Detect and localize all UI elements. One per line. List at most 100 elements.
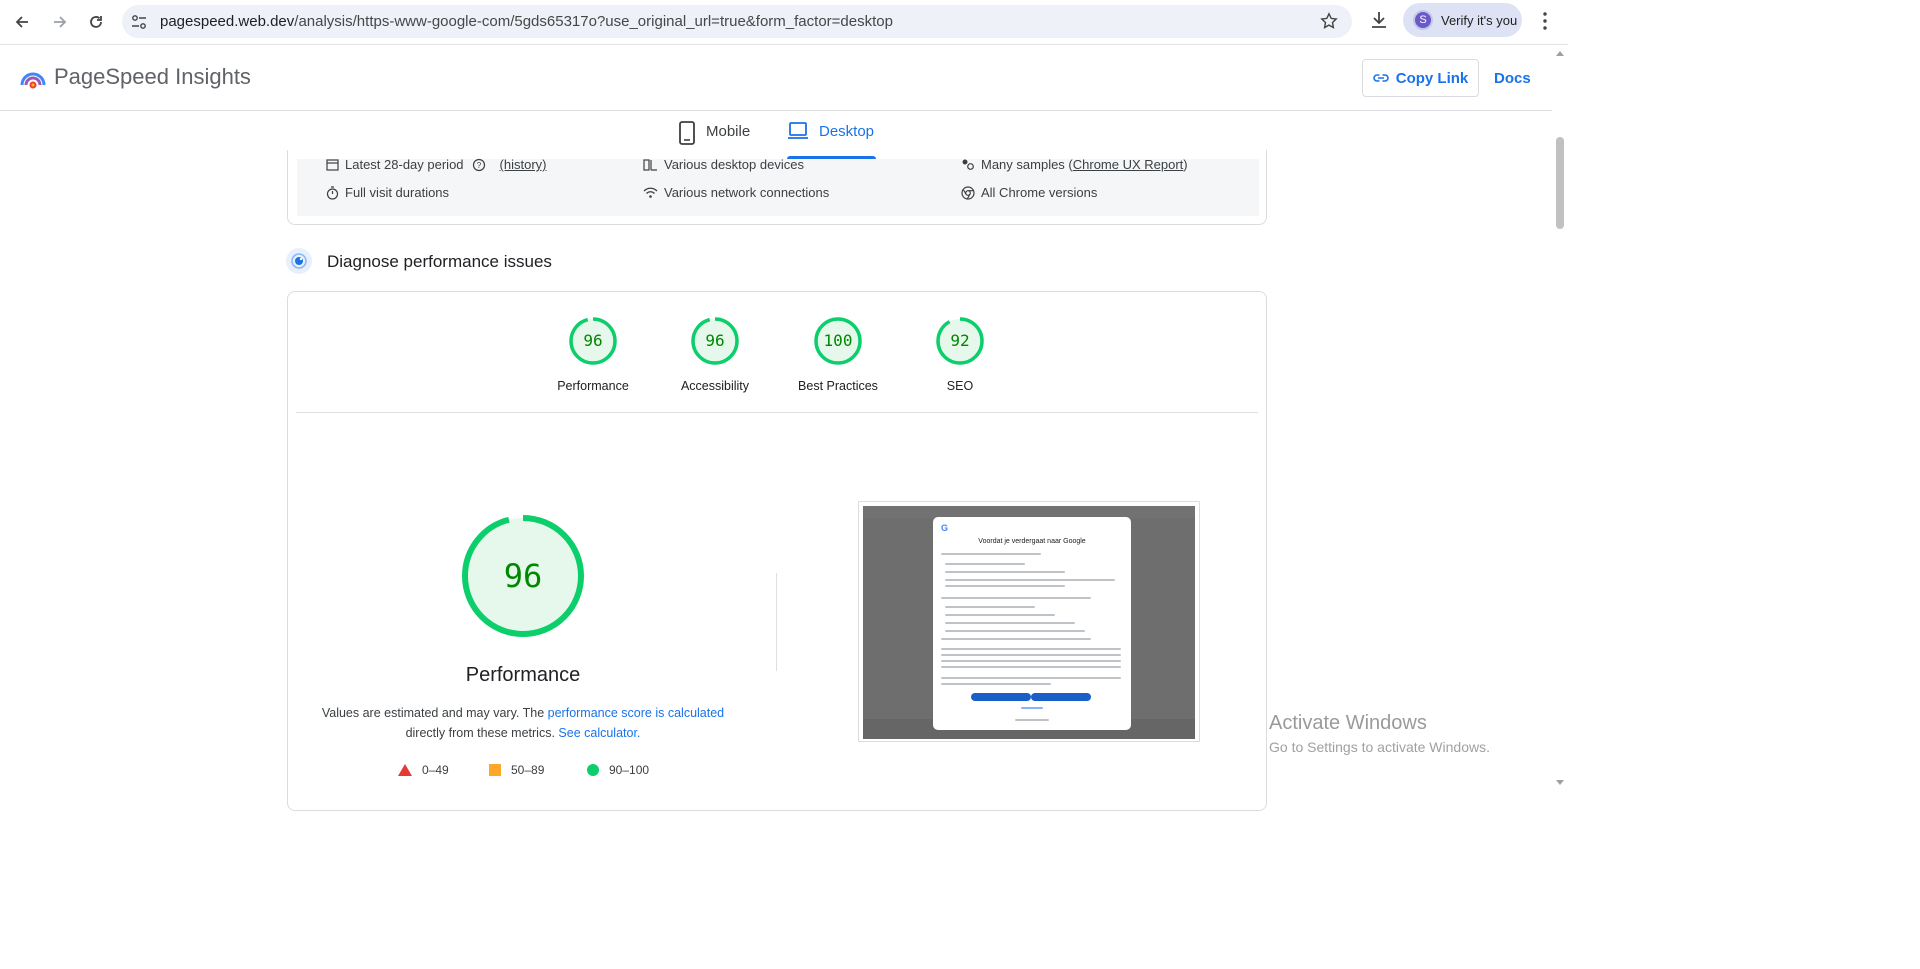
site-settings-icon[interactable]	[130, 13, 148, 31]
text-line	[1015, 719, 1049, 721]
text-line	[941, 553, 1041, 555]
text-line	[945, 614, 1055, 616]
triangle-icon	[398, 764, 412, 776]
score-note: Values are estimated and may vary. The p…	[313, 703, 733, 743]
devices-item: Various desktop devices	[643, 157, 804, 172]
section-title: Diagnose performance issues	[327, 252, 552, 271]
scroll-thumb[interactable]	[1556, 137, 1564, 229]
score-gauge-performance[interactable]: 96 Performance	[533, 316, 653, 393]
lab-data-icon	[286, 248, 312, 274]
vertical-divider	[776, 573, 777, 671]
chrome-ux-report-link[interactable]: Chrome UX Report	[1073, 157, 1184, 172]
score-value: 92	[950, 331, 970, 350]
samples-prefix: Many samples (	[981, 157, 1073, 172]
copy-link-label: Copy Link	[1395, 69, 1469, 87]
chrome-icon	[961, 185, 975, 200]
versions-text: All Chrome versions	[981, 185, 1098, 200]
app-title[interactable]: PageSpeed Insights	[54, 64, 251, 90]
text-line	[941, 654, 1121, 656]
see-calculator-link[interactable]: See calculator.	[558, 726, 640, 740]
link-icon	[1373, 74, 1389, 82]
users-icon	[962, 159, 974, 170]
legend-range: 0–49	[422, 763, 449, 777]
wifi-icon	[643, 187, 658, 198]
url-path: /analysis/https-www-google-com/5gds65317…	[294, 13, 893, 30]
phone-icon	[679, 121, 695, 145]
text-line	[941, 638, 1091, 640]
address-bar[interactable]: pagespeed.web.dev/analysis/https-www-goo…	[122, 5, 1352, 38]
score-value: 96	[705, 331, 725, 350]
score-value: 100	[823, 331, 853, 350]
download-icon[interactable]	[1368, 9, 1390, 31]
final-screenshot[interactable]: G Voordat je verdergaat naar Google	[858, 501, 1200, 742]
history-link[interactable]: (history)	[500, 157, 547, 172]
versions-item: All Chrome versions	[961, 185, 1097, 200]
text-line	[941, 666, 1121, 668]
target-icon	[291, 253, 307, 269]
reject-all-button	[971, 693, 1031, 701]
text-line	[941, 597, 1091, 599]
back-arrow-icon	[15, 16, 28, 28]
score-calculated-link[interactable]: performance score is calculated	[548, 706, 724, 720]
tab-desktop-label: Desktop	[819, 123, 875, 140]
text-line	[945, 563, 1025, 565]
text-line	[945, 622, 1075, 624]
network-text: Various network connections	[664, 185, 830, 200]
network-item: Various network connections	[643, 185, 829, 200]
note-text-2: directly from these metrics.	[405, 726, 555, 740]
docs-link[interactable]: Docs	[1494, 70, 1531, 87]
legend-pass: 90–100	[587, 763, 649, 777]
google-logo-icon: G	[941, 523, 949, 533]
app-header: PageSpeed Insights Copy Link Docs	[0, 45, 1568, 111]
legend-fail: 0–49	[398, 763, 449, 777]
scroll-up-icon[interactable]	[1556, 51, 1564, 56]
period-item: Latest 28-day period ? (history)	[326, 157, 546, 172]
performance-score: 96	[503, 557, 543, 595]
field-data-card: Latest 28-day period ? (history) Full vi…	[287, 150, 1267, 225]
score-label: Accessibility	[680, 379, 750, 393]
laptop-icon	[788, 122, 808, 139]
pagespeed-logo-icon[interactable]	[20, 65, 46, 91]
reload-button[interactable]	[82, 8, 110, 36]
text-line	[945, 579, 1115, 581]
text-line	[941, 660, 1121, 662]
score-label: Performance	[557, 379, 629, 393]
profile-button[interactable]: S Verify it's you	[1403, 3, 1522, 37]
url-host: pagespeed.web.dev	[160, 13, 295, 30]
more-menu-icon[interactable]	[1538, 11, 1552, 31]
back-button[interactable]	[8, 8, 36, 36]
copy-link-button[interactable]: Copy Link	[1362, 59, 1479, 97]
score-gauge-seo[interactable]: 92 SEO	[900, 316, 1020, 393]
score-gauge-best-practices[interactable]: 100 Best Practices	[778, 316, 898, 393]
help-icon[interactable]: ?	[472, 158, 486, 172]
text-line	[941, 683, 1051, 685]
note-text-1: Values are estimated and may vary. The	[321, 706, 548, 720]
divider	[296, 412, 1258, 413]
score-label: SEO	[946, 379, 974, 393]
svg-text:?: ?	[476, 161, 481, 170]
samples-suffix: )	[1183, 157, 1188, 172]
square-icon	[489, 764, 501, 776]
avatar: S	[1413, 10, 1433, 30]
devices-text: Various desktop devices	[664, 157, 804, 172]
accept-all-button	[1031, 693, 1091, 701]
url-text: pagespeed.web.dev/analysis/https-www-goo…	[160, 13, 893, 30]
field-data-info: Latest 28-day period ? (history) Full vi…	[297, 157, 1259, 216]
score-value: 96	[583, 331, 603, 350]
profile-label: Verify it's you	[1441, 12, 1518, 28]
text-line	[1021, 707, 1043, 709]
score-gauge-accessibility[interactable]: 96 Accessibility	[655, 316, 775, 393]
bookmark-star-icon[interactable]	[1320, 12, 1338, 30]
forward-button[interactable]	[46, 8, 74, 36]
score-label: Best Practices	[798, 379, 878, 393]
devices-icon	[643, 158, 657, 171]
text-line	[945, 585, 1065, 587]
durations-item: Full visit durations	[326, 185, 449, 200]
scroll-down-icon[interactable]	[1556, 780, 1564, 785]
gauge-ring: 100	[813, 316, 863, 366]
vertical-scrollbar[interactable]	[1552, 45, 1568, 791]
text-line	[945, 606, 1035, 608]
stopwatch-icon	[326, 185, 339, 200]
gauge-ring: 96	[690, 316, 740, 366]
consent-title: Voordat je verdergaat naar Google	[978, 538, 1086, 545]
